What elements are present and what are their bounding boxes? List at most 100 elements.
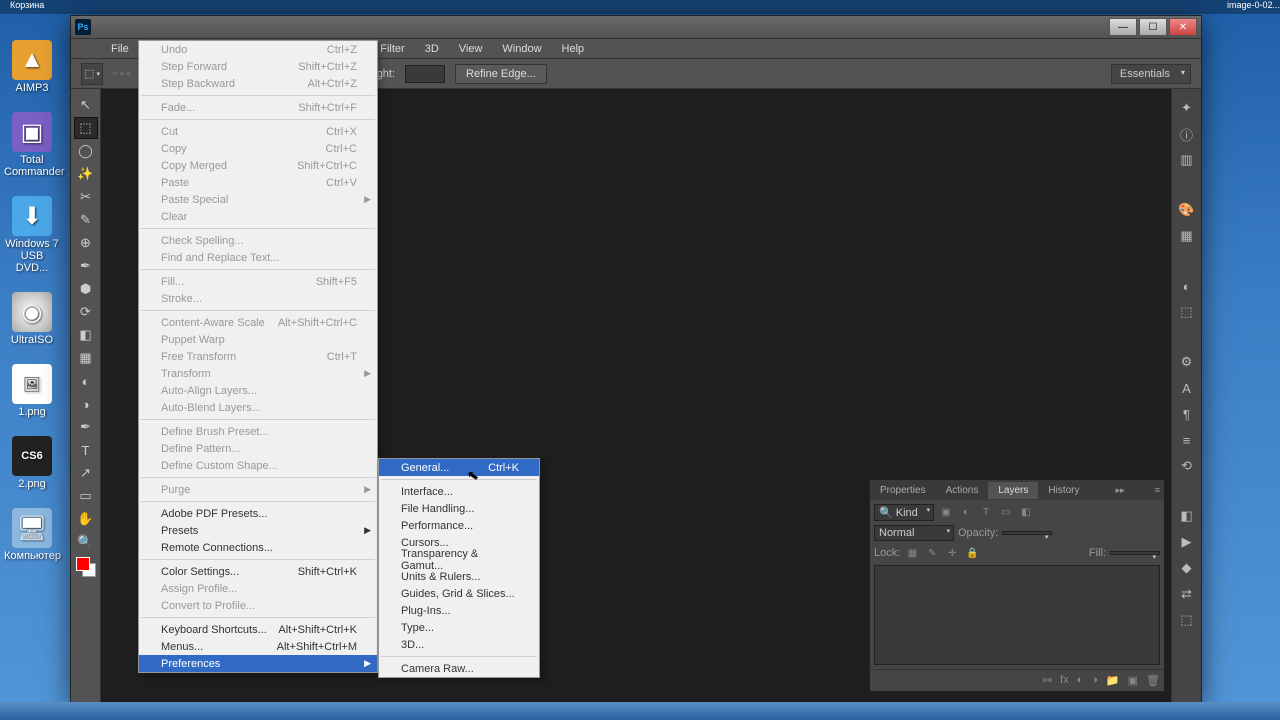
dock-icon[interactable]: ✦ [1176, 97, 1198, 119]
gradient-tool[interactable]: ▦ [74, 347, 98, 369]
menu-item[interactable]: Adobe PDF Presets... [139, 505, 377, 522]
rotate-icon[interactable]: ⟲ [1176, 455, 1198, 477]
maximize-button[interactable]: ☐ [1139, 18, 1167, 36]
nav-icon[interactable]: ◧ [1176, 505, 1198, 527]
link-icon[interactable]: ⚯ [1043, 674, 1052, 687]
desktop-icon-tc[interactable]: ▣Total Commander [4, 112, 60, 178]
move-tool[interactable]: ↖ [74, 94, 98, 116]
tab-actions[interactable]: Actions [936, 482, 989, 499]
new-icon[interactable]: ▣ [1128, 674, 1138, 687]
menu-help[interactable]: Help [552, 40, 595, 58]
desktop-icon-2png[interactable]: CS62.png [4, 436, 60, 490]
menu-item[interactable]: Check Spelling... [139, 232, 377, 249]
lock-pixel-icon[interactable]: ✎ [924, 545, 940, 561]
hand-tool[interactable]: ✋ [74, 508, 98, 530]
filter-pixel-icon[interactable]: ▣ [938, 505, 954, 521]
marquee-tool[interactable]: ⬚ [74, 117, 98, 139]
mask-icon[interactable]: ◐ [1077, 674, 1084, 687]
char-icon[interactable]: A [1176, 377, 1198, 399]
adjust-icon[interactable]: ◐ [1176, 275, 1198, 297]
eyedropper-tool[interactable]: ✎ [74, 209, 98, 231]
info-icon[interactable]: ⓘ [1176, 123, 1198, 145]
filter-shape-icon[interactable]: ▭ [998, 505, 1014, 521]
height-input[interactable] [405, 65, 445, 83]
opacity-value[interactable] [1002, 531, 1052, 535]
histogram-icon[interactable]: ▥ [1176, 149, 1198, 171]
menu-item[interactable]: Clear [139, 208, 377, 225]
wand-tool[interactable]: ✨ [74, 163, 98, 185]
fx-icon[interactable]: fx [1060, 674, 1069, 687]
titlebar[interactable]: Ps — ☐ ✕ [71, 16, 1201, 39]
filter-smart-icon[interactable]: ◧ [1018, 505, 1034, 521]
menu-item[interactable]: Find and Replace Text... [139, 249, 377, 266]
menu-item[interactable]: Content-Aware ScaleAlt+Shift+Ctrl+C [139, 314, 377, 331]
close-button[interactable]: ✕ [1169, 18, 1197, 36]
history-brush-tool[interactable]: ⟳ [74, 301, 98, 323]
tab-properties[interactable]: Properties [870, 482, 936, 499]
lock-pos-icon[interactable]: ✛ [944, 545, 960, 561]
menu-item[interactable]: Convert to Profile... [139, 597, 377, 614]
workspace-switcher[interactable]: Essentials [1111, 64, 1191, 84]
menu-item[interactable]: 3D... [379, 636, 539, 653]
menu-item[interactable]: Performance... [379, 517, 539, 534]
menu-item[interactable]: Fade...Shift+Ctrl+F [139, 99, 377, 116]
menu-item[interactable]: Puppet Warp [139, 331, 377, 348]
layers-icon[interactable]: ◆ [1176, 557, 1198, 579]
filter-type-icon[interactable]: T [978, 505, 994, 521]
channels-icon[interactable]: ⇄ [1176, 583, 1198, 605]
desktop-icon-usbdvd[interactable]: ⬇Windows 7 USB DVD... [4, 196, 60, 274]
para-icon[interactable]: ¶ [1176, 403, 1198, 425]
menu-item[interactable]: Purge▶ [139, 481, 377, 498]
fill-icon[interactable]: ◑ [1091, 674, 1098, 687]
tab-layers[interactable]: Layers [988, 482, 1038, 499]
pen-tool[interactable]: ✒ [74, 416, 98, 438]
type-tool[interactable]: T [74, 439, 98, 461]
menu-item[interactable]: Color Settings...Shift+Ctrl+K [139, 563, 377, 580]
fill-value[interactable] [1110, 551, 1160, 555]
menu-window[interactable]: Window [492, 40, 551, 58]
lock-all-icon[interactable]: 🔒 [964, 545, 980, 561]
crop-tool[interactable]: ✂ [74, 186, 98, 208]
desktop-icon-computer[interactable]: 🖥Компьютер [4, 508, 60, 562]
menu-item[interactable]: Plug-Ins... [379, 602, 539, 619]
path-tool[interactable]: ↗ [74, 462, 98, 484]
healing-tool[interactable]: ⊕ [74, 232, 98, 254]
desktop-icon-aimp[interactable]: ▲AIMP3 [4, 40, 60, 94]
menu-item[interactable]: Preferences▶ [139, 655, 377, 672]
menu-item[interactable]: Interface... [379, 483, 539, 500]
menu-item[interactable]: Transparency & Gamut... [379, 551, 539, 568]
menu-view[interactable]: View [449, 40, 493, 58]
paths-icon[interactable]: ⬚ [1176, 609, 1198, 631]
filter-adjust-icon[interactable]: ◐ [958, 505, 974, 521]
menu-item[interactable]: Define Brush Preset... [139, 423, 377, 440]
menu-item[interactable]: Define Custom Shape... [139, 457, 377, 474]
stamp-tool[interactable]: ⬢ [74, 278, 98, 300]
tool-preset-picker[interactable]: ⬚ [81, 63, 103, 85]
brush-tool[interactable]: ✒ [74, 255, 98, 277]
group-icon[interactable]: 📁 [1106, 674, 1120, 687]
menu-item[interactable]: Stroke... [139, 290, 377, 307]
menu-item[interactable]: Transform▶ [139, 365, 377, 382]
lasso-tool[interactable]: ◯ [74, 140, 98, 162]
menu-item[interactable]: Keyboard Shortcuts...Alt+Shift+Ctrl+K [139, 621, 377, 638]
menu-item[interactable]: General...Ctrl+K [379, 459, 539, 476]
menu-item[interactable]: Presets▶ [139, 522, 377, 539]
menu-item[interactable]: Menus...Alt+Shift+Ctrl+M [139, 638, 377, 655]
menu-item[interactable]: Fill...Shift+F5 [139, 273, 377, 290]
taskbar[interactable] [0, 702, 1280, 720]
brush-icon[interactable]: ⚙ [1176, 351, 1198, 373]
color-icon[interactable]: 🎨 [1176, 199, 1198, 221]
menu-3d[interactable]: 3D [415, 40, 449, 58]
actions-icon[interactable]: ▶ [1176, 531, 1198, 553]
list-icon[interactable]: ≡ [1176, 429, 1198, 451]
filter-kind[interactable]: 🔍 Kind [874, 504, 934, 521]
menu-item[interactable]: UndoCtrl+Z [139, 41, 377, 58]
panel-collapse-icon[interactable]: ▸▸ [1112, 485, 1129, 496]
menu-item[interactable]: Auto-Align Layers... [139, 382, 377, 399]
menu-item[interactable]: CutCtrl+X [139, 123, 377, 140]
layer-list[interactable] [874, 565, 1160, 665]
panel-menu-icon[interactable]: ≡ [1151, 485, 1164, 495]
blur-tool[interactable]: ◐ [74, 370, 98, 392]
minimize-button[interactable]: — [1109, 18, 1137, 36]
menu-file[interactable]: File [101, 40, 139, 58]
